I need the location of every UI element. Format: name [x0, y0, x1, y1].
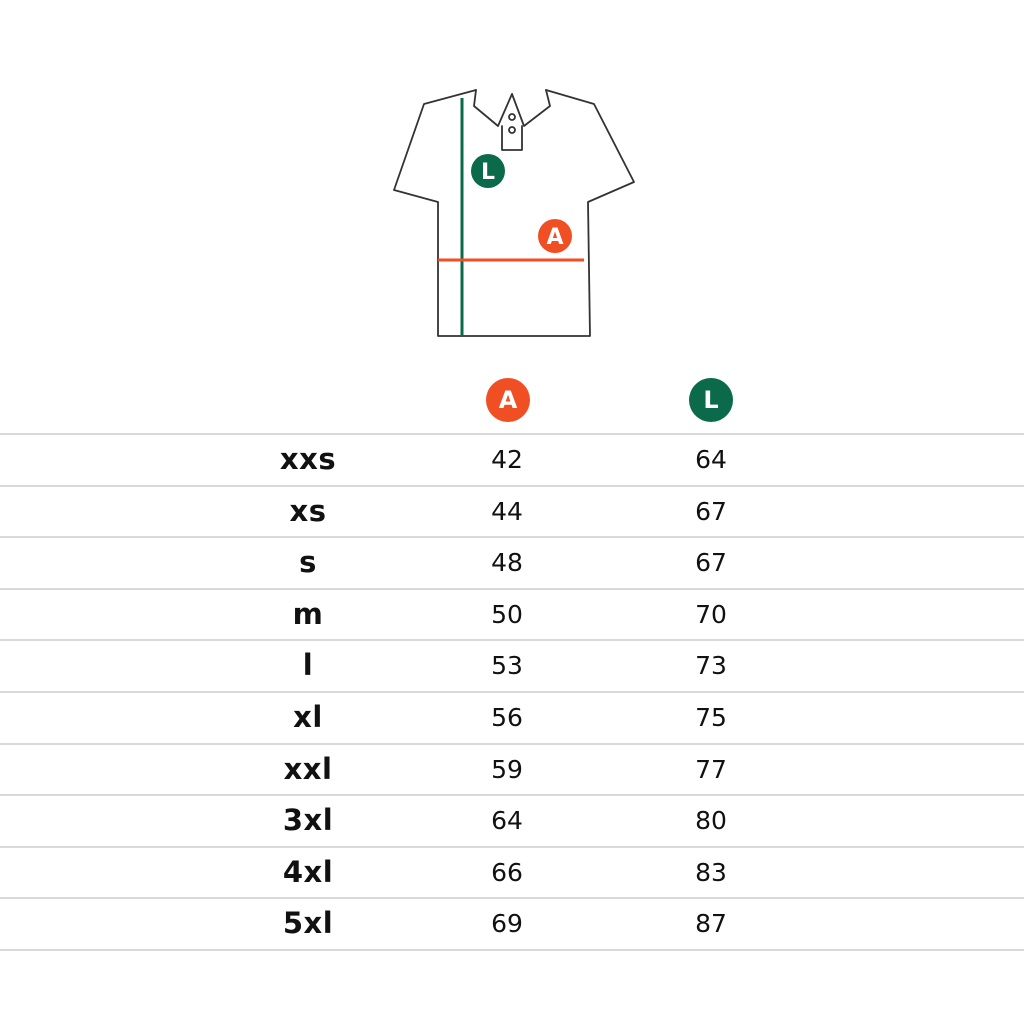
size-label: xs [289, 493, 327, 528]
l-value: 67 [695, 496, 727, 526]
l-value: 87 [695, 909, 727, 939]
a-value: 48 [491, 548, 523, 578]
l-value: 70 [695, 599, 727, 629]
size-label: 3xl [282, 803, 334, 838]
a-value: 59 [491, 754, 523, 784]
size-label: m [292, 596, 324, 631]
size-label: 5xl [282, 906, 334, 941]
shirt-collar-left [473, 89, 513, 127]
l-value: 67 [695, 548, 727, 578]
table-row: 3xl 64 80 [0, 796, 1024, 848]
a-value: 69 [491, 909, 523, 939]
table-row: xl 56 75 [0, 693, 1024, 745]
l-value: 77 [695, 754, 727, 784]
size-chart-table: xxs 42 64 xs 44 67 s 48 67 m 50 70 l 53 … [0, 433, 1024, 951]
size-label: xl [293, 699, 323, 734]
polo-shirt-illustration: L A [380, 66, 644, 348]
shirt-placket [501, 125, 523, 151]
column-l-header-badge: L [689, 378, 733, 422]
a-value: 66 [491, 857, 523, 887]
table-row: l 53 73 [0, 641, 1024, 693]
l-value: 83 [695, 857, 727, 887]
size-label: s [299, 545, 317, 580]
a-value: 64 [491, 806, 523, 836]
length-badge-label: L [481, 160, 495, 185]
table-row: xxl 59 77 [0, 745, 1024, 797]
size-label: xxs [279, 442, 337, 476]
l-value: 73 [695, 651, 727, 681]
size-label: 4xl [282, 854, 334, 889]
shirt-button-2 [508, 126, 516, 134]
a-value: 42 [491, 445, 523, 474]
column-a-header-badge: A [486, 378, 530, 422]
l-value: 64 [695, 445, 727, 474]
size-label: xxl [283, 751, 333, 786]
a-value: 50 [491, 599, 523, 629]
table-row: m 50 70 [0, 590, 1024, 642]
size-label: l [302, 648, 314, 683]
table-row: s 48 67 [0, 538, 1024, 590]
l-value: 80 [695, 806, 727, 836]
a-value: 44 [491, 496, 523, 526]
a-value: 53 [491, 651, 523, 681]
l-value: 75 [695, 702, 727, 732]
table-row: 4xl 66 83 [0, 848, 1024, 900]
shirt-collar-right [511, 89, 551, 127]
shirt-button-1 [508, 113, 516, 121]
a-value: 56 [491, 702, 523, 732]
chest-badge-label: A [546, 225, 563, 250]
table-row: xxs 42 64 [0, 435, 1024, 487]
table-row: 5xl 69 87 [0, 899, 1024, 951]
table-row: xs 44 67 [0, 487, 1024, 539]
